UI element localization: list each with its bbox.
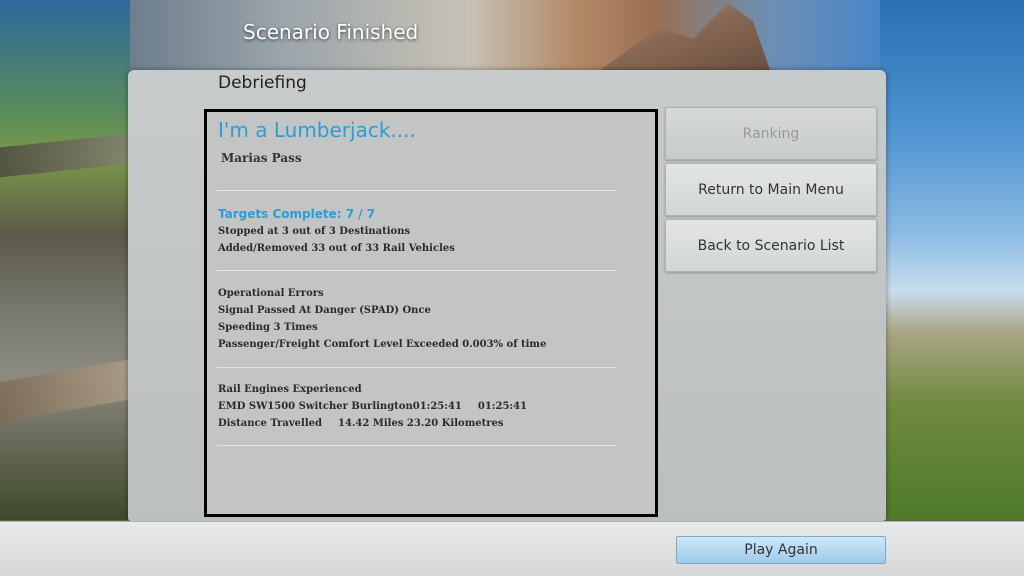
errors-line: Signal Passed At Danger (SPAD) Once <box>218 305 431 316</box>
targets-section: Targets Complete: 7 / 7 Stopped at 3 out… <box>218 206 455 257</box>
errors-line: Passenger/Freight Comfort Level Exceeded… <box>218 339 547 350</box>
bottom-bar: Play Again <box>0 521 1024 576</box>
errors-line: Speeding 3 Times <box>218 322 318 333</box>
distance-label: Distance Travelled <box>218 418 322 429</box>
distance-value: 14.42 Miles 23.20 Kilometres <box>338 418 504 429</box>
divider <box>217 445 617 446</box>
errors-section: Operational Errors Signal Passed At Dang… <box>218 285 546 353</box>
divider <box>217 367 617 368</box>
back-to-scenario-list-button[interactable]: Back to Scenario List <box>665 219 877 272</box>
errors-heading: Operational Errors <box>218 288 324 299</box>
panel-heading: Debriefing <box>218 73 307 93</box>
page-title: Scenario Finished <box>243 20 419 44</box>
engine-time: 01:25:41 <box>477 401 528 412</box>
targets-line: Added/Removed 33 out of 33 Rail Vehicles <box>218 243 455 254</box>
route-name: Marias Pass <box>221 151 302 165</box>
debrief-content: I'm a Lumberjack.... Marias Pass Targets… <box>204 109 658 517</box>
divider <box>217 270 617 271</box>
mountain-image <box>600 3 770 70</box>
targets-heading: Targets Complete: 7 / 7 <box>218 207 376 221</box>
background-scenery-left <box>0 0 140 520</box>
background-track <box>0 132 140 178</box>
play-again-button[interactable]: Play Again <box>676 536 886 564</box>
targets-line: Stopped at 3 out of 3 Destinations <box>218 226 411 237</box>
background-track <box>0 357 140 423</box>
engine-row: EMD SW1500 Switcher Burlington01:25:41 01… <box>218 398 527 415</box>
scenario-name: I'm a Lumberjack.... <box>218 118 416 142</box>
engines-heading: Rail Engines Experienced <box>218 384 362 395</box>
engines-section: Rail Engines Experienced EMD SW1500 Swit… <box>218 381 527 432</box>
engine-name: EMD SW1500 Switcher Burlington01:25:41 <box>218 401 462 412</box>
background-scenery-right <box>879 0 1024 520</box>
divider <box>217 190 617 191</box>
return-to-main-menu-button[interactable]: Return to Main Menu <box>665 163 877 216</box>
debriefing-panel: Debriefing I'm a Lumberjack.... Marias P… <box>128 70 886 521</box>
distance-row: Distance Travelled 14.42 Miles 23.20 Kilo… <box>218 415 527 432</box>
ranking-button[interactable]: Ranking <box>665 107 877 160</box>
